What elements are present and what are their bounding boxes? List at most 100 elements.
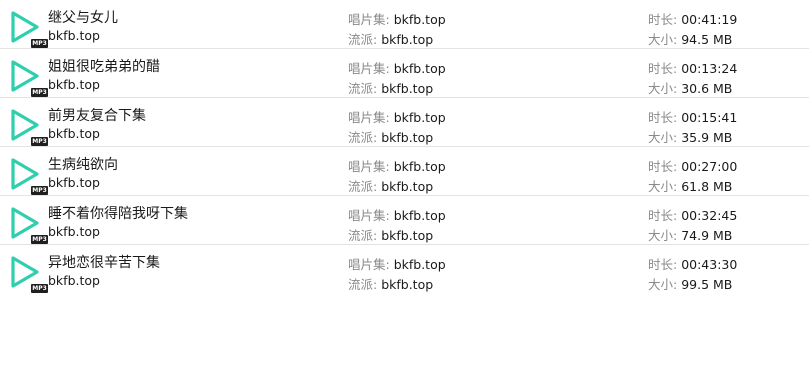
album-label: 唱片集: — [348, 61, 394, 76]
genre-value: bkfb.top — [381, 277, 434, 292]
genre-field: 流派: bkfb.top — [348, 127, 433, 146]
album-field: 唱片集: bkfb.top — [348, 58, 446, 77]
genre-value: bkfb.top — [381, 81, 434, 96]
genre-field: 流派: bkfb.top — [348, 176, 433, 195]
size-value: 35.9 MB — [681, 130, 733, 145]
album-value: bkfb.top — [393, 110, 446, 125]
size-field: 大小: 74.9 MB — [648, 225, 732, 244]
size-field: 大小: 94.5 MB — [648, 29, 732, 48]
size-field: 大小: 99.5 MB — [648, 274, 732, 293]
album-field: 唱片集: bkfb.top — [348, 9, 446, 28]
genre-field: 流派: bkfb.top — [348, 274, 433, 293]
file-row[interactable]: MP3 姐姐很吃弟弟的醋 bkfb.top 唱片集: bkfb.top 流派: … — [0, 49, 809, 98]
genre-label: 流派: — [348, 130, 382, 145]
size-label: 大小: — [648, 179, 682, 194]
mp3-file-icon: MP3 — [7, 58, 48, 97]
album-value: bkfb.top — [393, 12, 446, 27]
duration-label: 时长: — [648, 61, 682, 76]
duration-field: 时长: 00:43:30 — [648, 254, 737, 273]
file-title: 继父与女儿 — [48, 10, 118, 26]
genre-label: 流派: — [348, 277, 382, 292]
genre-value: bkfb.top — [381, 228, 434, 243]
size-value: 94.5 MB — [681, 32, 733, 47]
mp3-file-icon: MP3 — [7, 107, 48, 146]
file-list: MP3 继父与女儿 bkfb.top 唱片集: bkfb.top 流派: bkf… — [0, 0, 809, 294]
mp3-badge: MP3 — [31, 284, 48, 293]
file-row[interactable]: MP3 前男友复合下集 bkfb.top 唱片集: bkfb.top 流派: b… — [0, 98, 809, 147]
file-subtitle: bkfb.top — [48, 77, 100, 92]
duration-field: 时长: 00:27:00 — [648, 156, 737, 175]
size-value: 61.8 MB — [681, 179, 733, 194]
album-field: 唱片集: bkfb.top — [348, 156, 446, 175]
duration-field: 时长: 00:15:41 — [648, 107, 737, 126]
size-value: 30.6 MB — [681, 81, 733, 96]
album-label: 唱片集: — [348, 12, 394, 27]
file-title: 生病纯欲向 — [48, 157, 118, 173]
duration-value: 00:43:30 — [681, 257, 738, 272]
file-subtitle: bkfb.top — [48, 273, 100, 288]
file-title: 异地恋很辛苦下集 — [48, 255, 160, 271]
genre-label: 流派: — [348, 81, 382, 96]
genre-label: 流派: — [348, 32, 382, 47]
file-row[interactable]: MP3 异地恋很辛苦下集 bkfb.top 唱片集: bkfb.top 流派: … — [0, 245, 809, 294]
file-row[interactable]: MP3 睡不着你得陪我呀下集 bkfb.top 唱片集: bkfb.top 流派… — [0, 196, 809, 245]
mp3-file-icon: MP3 — [7, 9, 48, 48]
file-title: 睡不着你得陪我呀下集 — [48, 206, 188, 222]
album-label: 唱片集: — [348, 208, 394, 223]
genre-label: 流派: — [348, 179, 382, 194]
size-label: 大小: — [648, 228, 682, 243]
size-field: 大小: 61.8 MB — [648, 176, 732, 195]
duration-value: 00:32:45 — [681, 208, 738, 223]
mp3-file-icon: MP3 — [7, 205, 48, 244]
file-row[interactable]: MP3 生病纯欲向 bkfb.top 唱片集: bkfb.top 流派: bkf… — [0, 147, 809, 196]
size-field: 大小: 30.6 MB — [648, 78, 732, 97]
size-label: 大小: — [648, 81, 682, 96]
size-label: 大小: — [648, 32, 682, 47]
album-value: bkfb.top — [393, 257, 446, 272]
file-subtitle: bkfb.top — [48, 224, 100, 239]
file-subtitle: bkfb.top — [48, 175, 100, 190]
duration-value: 00:15:41 — [681, 110, 738, 125]
size-label: 大小: — [648, 130, 682, 145]
genre-field: 流派: bkfb.top — [348, 29, 433, 48]
album-value: bkfb.top — [393, 208, 446, 223]
duration-field: 时长: 00:13:24 — [648, 58, 737, 77]
duration-label: 时长: — [648, 159, 682, 174]
size-label: 大小: — [648, 277, 682, 292]
album-value: bkfb.top — [393, 159, 446, 174]
duration-label: 时长: — [648, 257, 682, 272]
mp3-file-icon: MP3 — [7, 254, 48, 293]
duration-label: 时长: — [648, 12, 682, 27]
size-field: 大小: 35.9 MB — [648, 127, 732, 146]
album-field: 唱片集: bkfb.top — [348, 107, 446, 126]
file-row[interactable]: MP3 继父与女儿 bkfb.top 唱片集: bkfb.top 流派: bkf… — [0, 0, 809, 49]
duration-field: 时长: 00:32:45 — [648, 205, 737, 224]
mp3-badge: MP3 — [31, 88, 48, 97]
duration-value: 00:13:24 — [681, 61, 738, 76]
mp3-badge: MP3 — [31, 39, 48, 48]
album-field: 唱片集: bkfb.top — [348, 205, 446, 224]
genre-field: 流派: bkfb.top — [348, 78, 433, 97]
size-value: 99.5 MB — [681, 277, 733, 292]
duration-label: 时长: — [648, 110, 682, 125]
file-title: 前男友复合下集 — [48, 108, 146, 124]
album-label: 唱片集: — [348, 110, 394, 125]
album-label: 唱片集: — [348, 159, 394, 174]
duration-value: 00:27:00 — [681, 159, 738, 174]
mp3-badge: MP3 — [31, 235, 48, 244]
duration-field: 时长: 00:41:19 — [648, 9, 737, 28]
file-subtitle: bkfb.top — [48, 126, 100, 141]
album-value: bkfb.top — [393, 61, 446, 76]
genre-label: 流派: — [348, 228, 382, 243]
duration-value: 00:41:19 — [681, 12, 738, 27]
album-label: 唱片集: — [348, 257, 394, 272]
mp3-badge: MP3 — [31, 186, 48, 195]
file-title: 姐姐很吃弟弟的醋 — [48, 59, 160, 75]
duration-label: 时长: — [648, 208, 682, 223]
genre-value: bkfb.top — [381, 32, 434, 47]
mp3-file-icon: MP3 — [7, 156, 48, 195]
genre-field: 流派: bkfb.top — [348, 225, 433, 244]
genre-value: bkfb.top — [381, 179, 434, 194]
size-value: 74.9 MB — [681, 228, 733, 243]
genre-value: bkfb.top — [381, 130, 434, 145]
